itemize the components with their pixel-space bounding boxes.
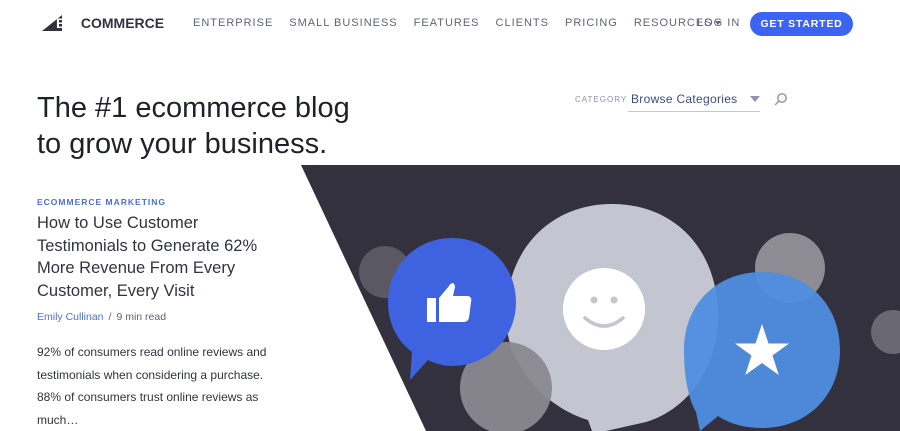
category-select-value: Browse Categories (631, 92, 738, 106)
nav-features[interactable]: FEATURES (414, 16, 480, 30)
byline-separator: / (108, 311, 112, 323)
thumbs-up-icon (427, 283, 472, 322)
category-select[interactable]: Browse Categories (628, 90, 760, 112)
page-headline: The #1 ecommerce blog to grow your busin… (37, 92, 350, 160)
article-category[interactable]: ECOMMERCE MARKETING (37, 197, 166, 207)
main-nav: ENTERPRISE SMALL BUSINESS FEATURES CLIEN… (193, 16, 737, 30)
article-byline: Emily Cullinan / 9 min read (37, 311, 166, 323)
nav-pricing[interactable]: PRICING (565, 16, 618, 30)
article-title[interactable]: How to Use Customer Testimonials to Gene… (37, 212, 287, 302)
smiley-icon (563, 268, 645, 350)
get-started-button[interactable]: GET STARTED (750, 12, 853, 36)
search-icon[interactable] (774, 92, 788, 106)
bigcommerce-logo[interactable]: BIGCOMMERCE (42, 14, 164, 32)
logo-text: BIGCOMMERCE (56, 15, 165, 31)
nav-small-business[interactable]: SMALL BUSINESS (289, 16, 397, 30)
nav-clients[interactable]: CLIENTS (496, 16, 549, 30)
nav-enterprise[interactable]: ENTERPRISE (193, 16, 273, 30)
login-link[interactable]: LOG IN (697, 17, 740, 29)
chevron-down-icon (750, 96, 760, 102)
site-header: BIGCOMMERCE ENTERPRISE SMALL BUSINESS FE… (0, 0, 900, 48)
read-time: 9 min read (116, 311, 167, 323)
article-author[interactable]: Emily Cullinan (37, 311, 104, 323)
star-icon (735, 324, 789, 375)
category-label: CATEGORY (575, 95, 628, 104)
article-excerpt: 92% of consumers read online reviews and… (37, 345, 267, 427)
